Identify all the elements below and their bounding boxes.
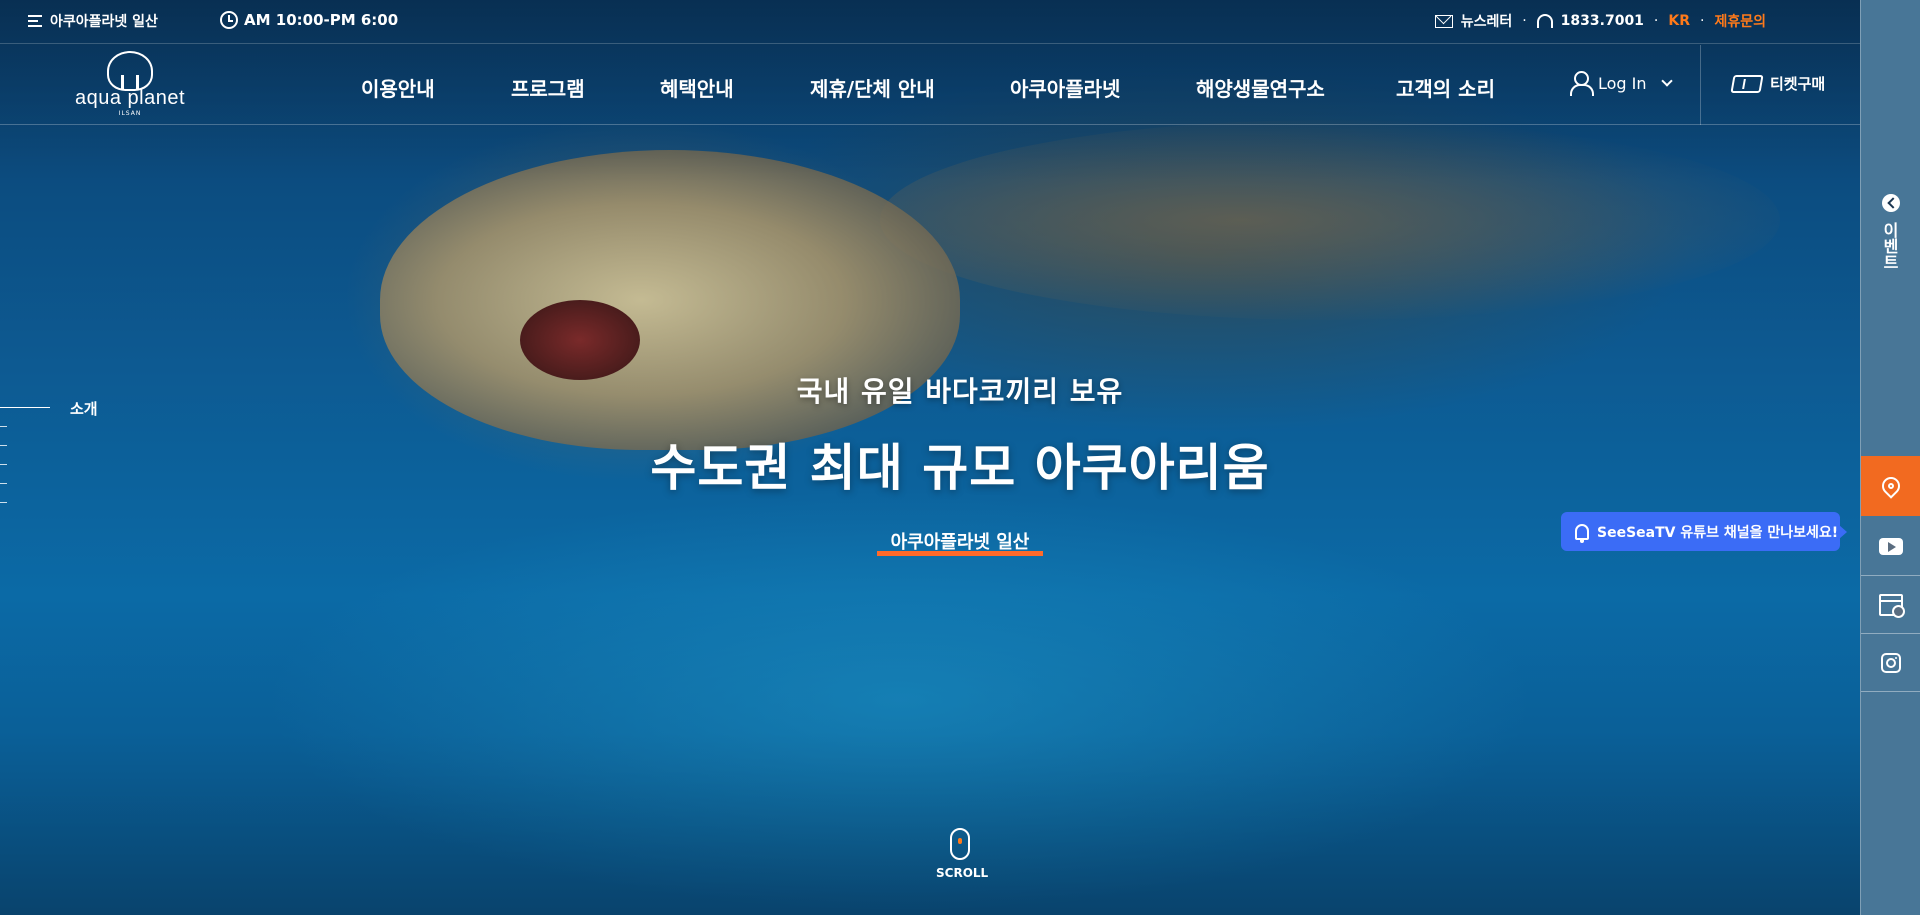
hero-subtitle: 국내 유일 바다코끼리 보유 <box>796 375 1124 408</box>
youtube-button[interactable] <box>1861 518 1920 576</box>
nav-divider <box>1700 45 1701 125</box>
map-pin-icon <box>1878 473 1904 499</box>
ticket-purchase-button[interactable]: 티켓구매 <box>1730 73 1826 94</box>
scroll-indicator[interactable]: SCROLL <box>936 828 988 880</box>
opening-hours: AM 10:00-PM 6:00 <box>220 11 398 29</box>
ticket-label: 티켓구매 <box>1770 75 1826 93</box>
separator: · <box>1653 13 1659 29</box>
hero-link[interactable]: 아쿠아플라넷 일산 <box>876 528 1044 556</box>
main-navigation: aqua planet ILSAN 이용안내 프로그램 혜택안내 제휴/단체 안… <box>0 45 1860 125</box>
location-button[interactable] <box>1861 456 1920 516</box>
event-tab[interactable]: 이벤트 <box>1880 222 1901 270</box>
mail-icon <box>1434 14 1453 28</box>
nav-item-partnership[interactable]: 제휴/단체 안내 <box>810 73 1010 102</box>
logo[interactable]: aqua planet ILSAN <box>70 51 190 121</box>
nav-menu: 이용안내 프로그램 혜택안내 제휴/단체 안내 아쿠아플라넷 해양생물연구소 고… <box>361 73 1495 102</box>
nav-item-customer-voice[interactable]: 고객의 소리 <box>1396 73 1495 102</box>
nav-item-aquaplanet[interactable]: 아쿠아플라넷 <box>1010 73 1196 102</box>
youtube-icon <box>1879 538 1903 555</box>
partnership-link[interactable]: 제휴문의 <box>1714 11 1766 31</box>
language-selector[interactable]: KR <box>1668 13 1690 29</box>
phone-number[interactable]: 1833.7001 <box>1561 13 1644 29</box>
tooltip-text: SeeSeaTV 유튜브 채널을 만나보세요! <box>1597 524 1839 541</box>
nav-item-program[interactable]: 프로그램 <box>511 73 660 102</box>
user-icon <box>1570 71 1594 96</box>
calendar-clock-icon <box>1879 593 1905 618</box>
instagram-icon <box>1881 652 1901 673</box>
quick-sidebar: 이벤트 <box>1860 0 1920 915</box>
nav-item-benefits[interactable]: 혜택안내 <box>660 73 810 102</box>
chevron-down-icon <box>1660 75 1673 87</box>
login-button[interactable]: Log In <box>1570 71 1673 96</box>
separator: · <box>1700 13 1705 29</box>
newsletter-link[interactable]: 뉴스레터 <box>1461 11 1513 31</box>
ticket-icon <box>1730 74 1764 93</box>
walrus-logo-icon <box>107 51 153 91</box>
login-label: Log In <box>1598 73 1647 93</box>
nav-item-research-lab[interactable]: 해양생물연구소 <box>1196 73 1396 102</box>
instagram-button[interactable] <box>1861 634 1920 692</box>
nav-item-guide[interactable]: 이용안내 <box>361 73 511 102</box>
utility-bar: 아쿠아플라넷 일산 AM 10:00-PM 6:00 뉴스레터 · 1833.7… <box>0 0 1860 44</box>
hero-title: 수도권 최대 규모 아쿠아리움 <box>650 439 1270 497</box>
separator: · <box>1522 13 1527 29</box>
chevron-left-icon[interactable] <box>1882 194 1900 212</box>
site-menu-toggle[interactable]: 아쿠아플라넷 일산 <box>28 11 158 31</box>
clock-icon <box>220 11 238 29</box>
opening-hours-text: AM 10:00-PM 6:00 <box>244 11 399 29</box>
schedule-button[interactable] <box>1861 576 1920 634</box>
site-name[interactable]: 아쿠아플라넷 일산 <box>50 11 158 31</box>
utility-links: 뉴스레터 · 1833.7001 · KR · 제휴문의 <box>1434 11 1766 31</box>
mouse-icon <box>950 828 970 860</box>
logo-subtext: ILSAN <box>118 110 142 117</box>
scroll-label: SCROLL <box>936 866 989 880</box>
hero-link-label[interactable]: 아쿠아플라넷 일산 <box>877 532 1044 553</box>
hamburger-icon[interactable] <box>28 15 42 27</box>
bell-icon <box>1575 523 1589 543</box>
headset-icon <box>1536 14 1553 28</box>
youtube-tooltip[interactable]: SeeSeaTV 유튜브 채널을 만나보세요! <box>1561 512 1847 551</box>
